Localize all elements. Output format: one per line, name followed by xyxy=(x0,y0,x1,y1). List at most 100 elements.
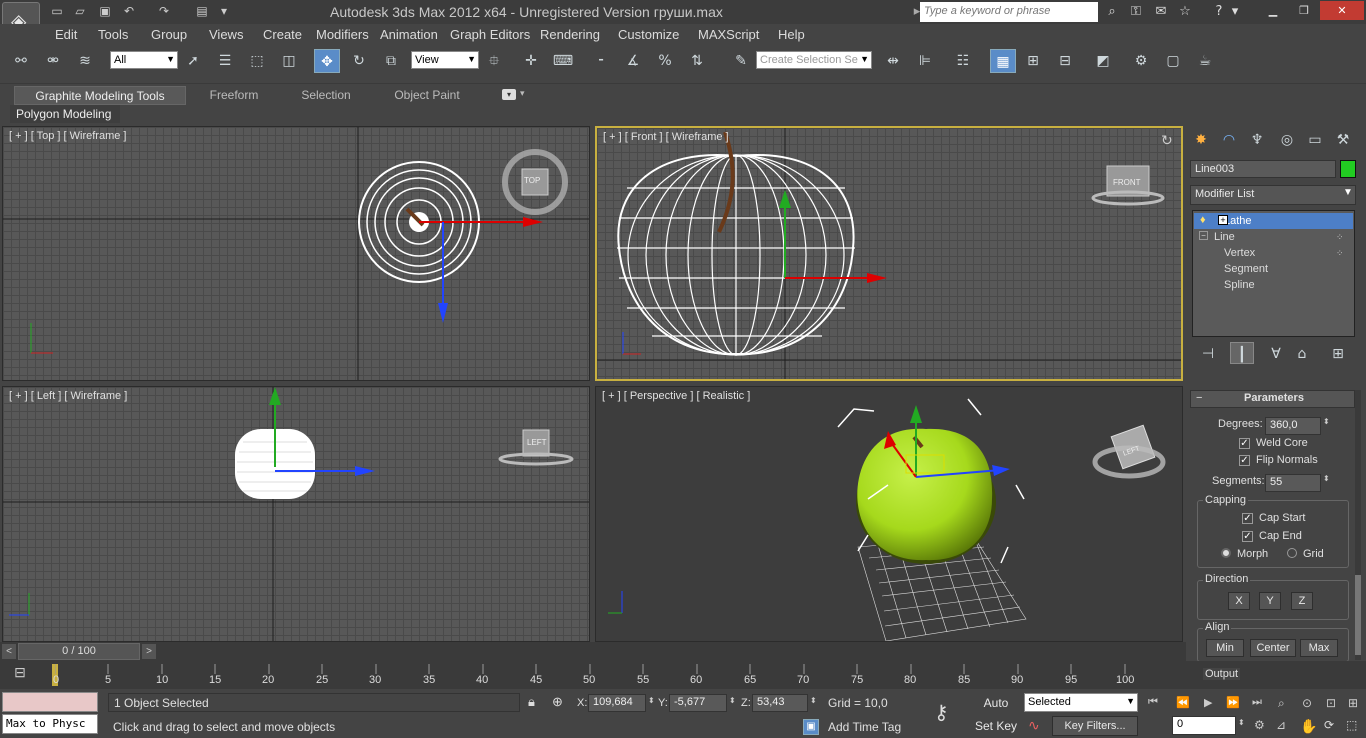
set-key-mode-key-icon[interactable]: ⚷ xyxy=(934,700,949,725)
graphite-modeling-toggle-icon[interactable]: ▦ xyxy=(990,49,1016,73)
angle-snap-icon[interactable]: ∡ xyxy=(620,49,646,73)
add-time-tag[interactable]: Add Time Tag xyxy=(824,718,924,736)
remove-modifier-icon[interactable]: ⌂ xyxy=(1290,342,1314,364)
direction-y-button[interactable]: Y xyxy=(1259,592,1281,610)
mini-curve-editor-icon[interactable]: ⊟ xyxy=(8,664,32,684)
material-editor-icon[interactable]: ◩ xyxy=(1090,49,1116,73)
time-slider-prev-icon[interactable]: < xyxy=(2,644,16,659)
direction-x-button[interactable]: X xyxy=(1228,592,1250,610)
pan-hand-icon[interactable]: ✋ xyxy=(1300,718,1317,735)
tab-object-paint[interactable]: Object Paint xyxy=(382,86,472,105)
viewport-left[interactable]: [ + ] [ Left ] [ Wireframe ] LEFT xyxy=(2,386,590,642)
y-coordinate-field[interactable]: -5,677 xyxy=(669,694,727,712)
undo-icon[interactable]: ↶ xyxy=(120,3,138,20)
default-tangent-icon[interactable]: ∿ xyxy=(1028,717,1040,734)
time-slider-track[interactable] xyxy=(0,642,1186,661)
go-to-start-icon[interactable]: ⏮ xyxy=(1148,696,1158,709)
keyboard-shortcut-override-icon[interactable]: ⌨ xyxy=(550,49,576,73)
spinner-arrows-icon[interactable]: ⬍ xyxy=(1323,474,1330,483)
rectangular-selection-icon[interactable]: ⬚ xyxy=(244,49,270,73)
motion-tab-icon[interactable]: ◎ xyxy=(1274,128,1300,152)
render-production-icon[interactable]: ☕ xyxy=(1192,49,1218,73)
viewport-top[interactable]: [ + ] [ Top ] [ Wireframe ] TOP xyxy=(2,126,590,381)
morph-radio[interactable] xyxy=(1221,548,1231,558)
zoom-icon[interactable]: ⌕ xyxy=(1278,696,1285,711)
weld-core-checkbox[interactable]: ✓ xyxy=(1239,438,1250,449)
menu-maxscript[interactable]: MAXScript xyxy=(698,27,759,42)
menu-create[interactable]: Create xyxy=(263,27,302,42)
align-icon[interactable]: ⊫ xyxy=(912,49,938,73)
previous-frame-icon[interactable]: ⏪ xyxy=(1176,696,1190,709)
zoom-extents-all-icon[interactable]: ⊞ xyxy=(1348,696,1358,710)
select-and-manipulate-icon[interactable]: ✛ xyxy=(518,49,544,73)
modify-tab-icon[interactable]: ◠ xyxy=(1216,128,1242,152)
modifier-list-arrow-icon[interactable]: ▼ xyxy=(1343,187,1353,198)
layer-manager-icon[interactable]: ☷ xyxy=(950,49,976,73)
degrees-spinner[interactable]: 360,0 xyxy=(1265,417,1321,435)
object-color-swatch[interactable] xyxy=(1340,160,1356,178)
save-icon[interactable]: ▣ xyxy=(96,3,114,20)
communication-icon[interactable]: ✉ xyxy=(1151,3,1171,21)
bind-space-warp-icon[interactable]: ≋ xyxy=(72,49,98,73)
tab-freeform[interactable]: Freeform xyxy=(196,86,272,105)
viewport-left-label[interactable]: [ + ] [ Left ] [ Wireframe ] xyxy=(9,390,127,402)
panel-scroll-thumb[interactable] xyxy=(1355,575,1361,655)
viewport-perspective[interactable]: [ + ] [ Perspective ] [ Realistic ] LEFT xyxy=(595,386,1183,642)
reference-coordinate-dropdown[interactable]: View xyxy=(411,51,479,69)
field-of-view-icon[interactable]: ⊿ xyxy=(1276,718,1286,732)
menu-views[interactable]: Views xyxy=(209,27,243,42)
snaps-toggle-icon[interactable]: ⁃ xyxy=(588,49,614,73)
redo-icon[interactable]: ↷ xyxy=(155,3,173,20)
rendered-frame-window-icon[interactable]: ▢ xyxy=(1160,49,1186,73)
segments-spinner[interactable]: 55 xyxy=(1265,474,1321,492)
pin-stack-icon[interactable]: ⊣ xyxy=(1196,342,1220,364)
z-coordinate-field[interactable]: 53,43 xyxy=(752,694,808,712)
spinner-snap-icon[interactable]: ⇅ xyxy=(684,49,710,73)
time-slider-thumb[interactable]: 0 / 100 xyxy=(18,643,140,660)
maxscript-mini-listener[interactable]: Max to Physc xyxy=(2,714,98,734)
named-selection-sets-dropdown[interactable]: Create Selection Se xyxy=(756,51,872,69)
time-configuration-icon[interactable]: ⚙ xyxy=(1254,718,1265,732)
select-object-icon[interactable]: ➚ xyxy=(180,49,206,73)
edit-named-selection-icon[interactable]: ✎ xyxy=(728,49,754,73)
align-center-button[interactable]: Center xyxy=(1250,639,1296,657)
tab-graphite-modeling-tools[interactable]: Graphite Modeling Tools xyxy=(14,86,186,105)
select-and-scale-icon[interactable]: ⧉ xyxy=(378,49,404,73)
spinner-arrows-icon[interactable]: ⬍ xyxy=(1238,718,1245,727)
play-icon[interactable]: ▶ xyxy=(1204,696,1212,709)
create-tab-icon[interactable]: ✸ xyxy=(1188,128,1214,152)
align-min-button[interactable]: Min xyxy=(1206,639,1244,657)
cap-start-checkbox[interactable]: ✓ xyxy=(1242,513,1253,524)
render-setup-icon[interactable]: ⚙ xyxy=(1128,49,1154,73)
subscription-icon[interactable]: ⚿ xyxy=(1126,3,1146,21)
collapse-toggle-icon[interactable]: − xyxy=(1199,231,1208,240)
window-crossing-icon[interactable]: ◫ xyxy=(276,49,302,73)
menu-edit[interactable]: Edit xyxy=(55,27,77,42)
auto-key-button[interactable]: Auto Key xyxy=(972,693,1020,728)
menu-customize[interactable]: Customize xyxy=(618,27,679,42)
help-icon[interactable]: ? xyxy=(1209,3,1229,21)
modifier-list-dropdown[interactable]: Modifier List xyxy=(1190,185,1356,205)
stack-item-spline[interactable]: Spline xyxy=(1194,277,1255,293)
viewport-front-label[interactable]: [ + ] [ Front ] [ Wireframe ] xyxy=(603,131,729,143)
make-unique-icon[interactable]: ∀ xyxy=(1264,342,1288,364)
zoom-extents-icon[interactable]: ⊡ xyxy=(1326,696,1336,710)
menu-animation[interactable]: Animation xyxy=(380,27,438,42)
pivot-center-icon[interactable]: ⯐ xyxy=(481,49,507,73)
hierarchy-tab-icon[interactable]: ♆ xyxy=(1244,128,1270,152)
maxscript-listener-pink[interactable] xyxy=(2,692,98,712)
time-tag-icon[interactable]: ▣ xyxy=(803,719,819,735)
viewport-top-label[interactable]: [ + ] [ Top ] [ Wireframe ] xyxy=(9,130,126,142)
schematic-view-icon[interactable]: ⊟ xyxy=(1052,49,1078,73)
direction-z-button[interactable]: Z xyxy=(1291,592,1313,610)
lightbulb-icon[interactable]: ♦ xyxy=(1200,214,1206,226)
select-and-move-icon[interactable]: ✥ xyxy=(314,49,340,73)
utilities-tab-icon[interactable]: ⚒ xyxy=(1330,128,1356,152)
ribbon-options-icon[interactable]: ▾ xyxy=(520,88,525,99)
rollout-collapse-icon[interactable]: − xyxy=(1196,392,1202,404)
key-filters-button[interactable]: Key Filters... xyxy=(1052,716,1138,736)
selection-lock-icon[interactable]: 🔒︎ xyxy=(528,694,535,710)
viewcube-front[interactable]: FRONT xyxy=(1113,178,1141,187)
menu-graph-editors[interactable]: Graph Editors xyxy=(450,27,530,42)
show-end-result-icon[interactable]: ┃ xyxy=(1230,342,1254,364)
